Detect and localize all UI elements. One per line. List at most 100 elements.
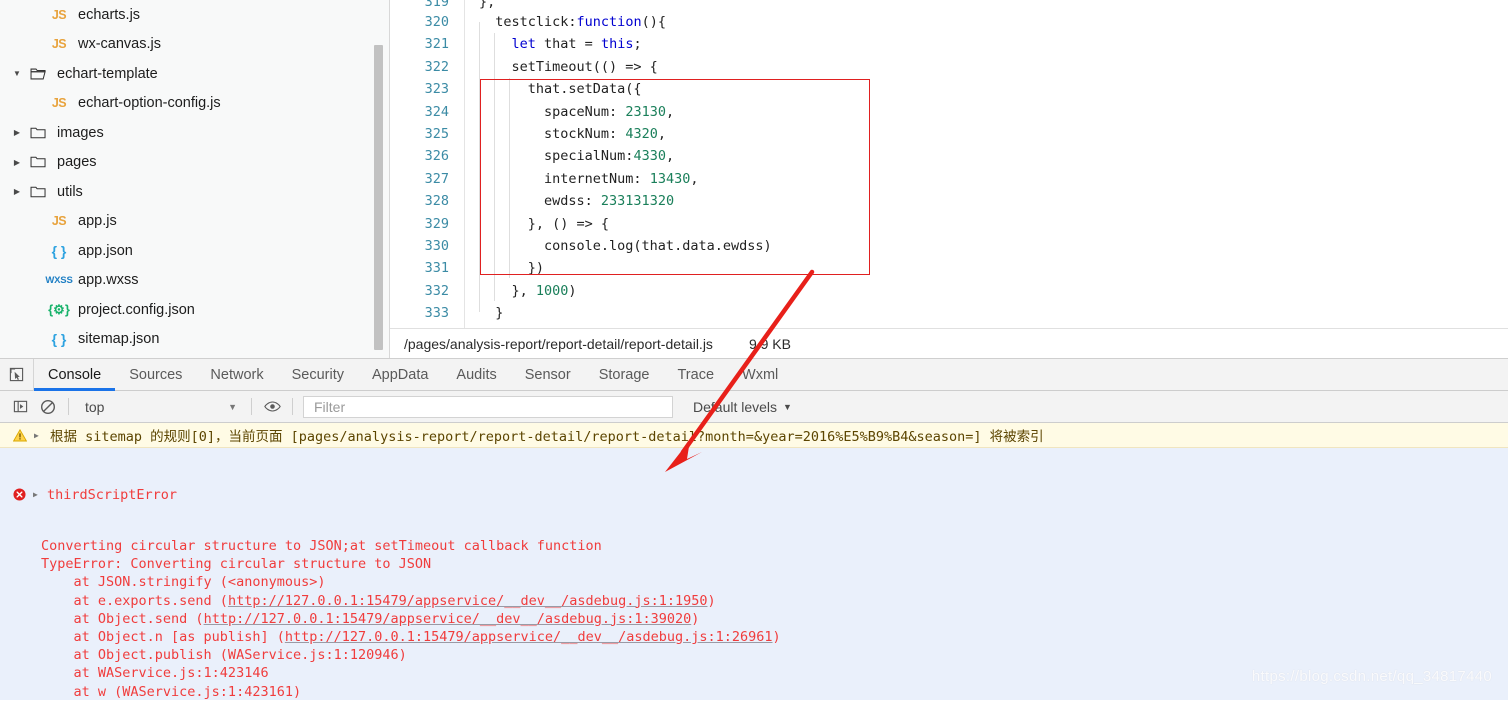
file-tree-scrollbar-track[interactable] [374, 0, 386, 358]
tree-item-app-js[interactable]: JS app.js [0, 207, 389, 237]
indent-guide [494, 33, 495, 301]
console-settings-eye-button[interactable] [258, 393, 286, 421]
tree-item-label: images [57, 124, 104, 141]
log-levels-label: Default levels [693, 398, 778, 415]
tree-item-app-wxss[interactable]: WXSS app.wxss [0, 266, 389, 296]
tab-sources[interactable]: Sources [115, 359, 196, 391]
error-title: thirdScriptError [47, 486, 178, 503]
tree-item-echart-option-config-js[interactable]: JS echart-option-config.js [0, 89, 389, 119]
code-line[interactable]: 331 }) [390, 257, 1508, 279]
console-toolbar: top ▼ Filter Default levels ▼ [0, 391, 1508, 423]
indent-guide [479, 22, 480, 312]
tab-storage[interactable]: Storage [585, 359, 664, 391]
tab-console[interactable]: Console [34, 359, 116, 391]
code-text: }, [479, 0, 496, 10]
tree-item-echarts-js[interactable]: JS echarts.js [0, 0, 389, 30]
code-line[interactable]: 325 stockNum: 4320, [390, 123, 1508, 145]
toolbar-divider [292, 398, 293, 415]
config-file-icon: {⚙} [48, 301, 70, 317]
file-explorer-tree[interactable]: JS echarts.js JS wx-canvas.js echart-templat… [0, 0, 390, 358]
tree-item-label: utils [57, 183, 83, 200]
tab-network[interactable]: Network [196, 359, 277, 391]
execution-context-select[interactable]: top ▼ [75, 396, 245, 418]
line-number: 332 [424, 282, 449, 299]
file-tree-scrollbar-thumb[interactable] [374, 45, 383, 350]
folder-icon [25, 185, 51, 199]
line-number: 329 [424, 215, 449, 232]
toolbar-divider [68, 398, 69, 415]
stack-source-link[interactable]: http://127.0.0.1:15479/appservice/__dev_… [204, 611, 692, 627]
stack-source-link[interactable]: http://127.0.0.1:15479/appservice/__dev_… [228, 593, 708, 609]
toggle-console-sidebar-button[interactable] [6, 393, 34, 421]
folder-open-icon [25, 67, 51, 81]
line-number: 330 [424, 237, 449, 254]
code-line[interactable]: 328 ewdss: 233131320 [390, 190, 1508, 212]
tree-item-project-config-json[interactable]: {⚙} project.config.json [0, 295, 389, 325]
stack-source-link[interactable]: http://127.0.0.1:15479/appservice/__dev_… [285, 629, 773, 645]
console-error-message[interactable]: thirdScriptError Converting circular str… [0, 448, 1508, 700]
tab-sensor[interactable]: Sensor [511, 359, 585, 391]
tree-item-echart-template[interactable]: echart-template [0, 59, 389, 89]
code-line[interactable]: 330 console.log(that.data.ewdss) [390, 235, 1508, 257]
twisty-closed-icon[interactable] [10, 128, 24, 137]
inspect-cursor-icon [9, 367, 24, 382]
line-number: 333 [424, 305, 449, 322]
console-warning-message[interactable]: 根据 sitemap 的规则[0]，当前页面 [pages/analysis-r… [0, 423, 1508, 448]
error-header[interactable]: thirdScriptError [12, 484, 1508, 505]
twisty-closed-icon[interactable] [10, 158, 24, 167]
code-line[interactable]: 323 that.setData({ [390, 78, 1508, 100]
tab-audits[interactable]: Audits [442, 359, 510, 391]
code-line[interactable]: 326 specialNum:4330, [390, 145, 1508, 167]
console-filter-input[interactable]: Filter [303, 395, 673, 418]
tree-item-utils[interactable]: utils [0, 177, 389, 207]
code-line-partial: 319 }, [390, 0, 1508, 11]
expand-triangle-icon[interactable] [34, 431, 46, 440]
tab-label: Trace [677, 366, 715, 383]
code-line[interactable]: 333 } [390, 302, 1508, 324]
code-line[interactable]: 327 internetNum: 13430, [390, 168, 1508, 190]
tree-item-sitemap-json[interactable]: { } sitemap.json [0, 325, 389, 355]
code-area[interactable]: 319 }, 320 testclick:function(){321 let … [390, 0, 1508, 328]
code-text: spaceNum: 23130, [479, 103, 675, 120]
code-text: internetNum: 13430, [479, 170, 699, 187]
clear-console-button[interactable] [34, 393, 62, 421]
code-line[interactable]: 324 spaceNum: 23130, [390, 101, 1508, 123]
error-stack-line: at Object.send (http://127.0.0.1:15479/a… [41, 610, 700, 627]
tree-item-app-json[interactable]: { } app.json [0, 236, 389, 266]
tree-item-label: app.json [78, 242, 133, 259]
tree-item-label: app.js [78, 213, 117, 230]
devtools-tabs: Console Sources Network Security AppData Audi… [34, 359, 792, 391]
line-number: 324 [424, 103, 449, 120]
tree-item-images[interactable]: images [0, 118, 389, 148]
tree-item-pages[interactable]: pages [0, 148, 389, 178]
expand-triangle-icon[interactable] [33, 490, 45, 499]
code-lines: 320 testclick:function(){321 let that = … [390, 11, 1508, 324]
tree-item-label: echarts.js [78, 6, 141, 23]
code-line[interactable]: 329 }, () => { [390, 213, 1508, 235]
tab-security[interactable]: Security [278, 359, 358, 391]
code-line[interactable]: 332 }, 1000) [390, 280, 1508, 302]
error-circle-icon [12, 488, 27, 501]
tab-appdata[interactable]: AppData [358, 359, 442, 391]
error-stack-line: at JSON.stringify (<anonymous>) [41, 574, 326, 591]
log-levels-dropdown[interactable]: Default levels ▼ [693, 399, 792, 415]
code-line[interactable]: 322 setTimeout(() => { [390, 56, 1508, 78]
line-number: 328 [424, 193, 449, 210]
code-line[interactable]: 320 testclick:function(){ [390, 11, 1508, 33]
code-line[interactable]: 321 let that = this; [390, 33, 1508, 55]
tree-item-wx-canvas-js[interactable]: JS wx-canvas.js [0, 30, 389, 60]
console-message-list[interactable]: 根据 sitemap 的规则[0]，当前页面 [pages/analysis-r… [0, 423, 1508, 700]
inspect-element-button[interactable] [0, 358, 34, 391]
devtools-panel: Console Sources Network Security AppData Audi… [0, 358, 1508, 701]
filter-placeholder: Filter [314, 398, 346, 415]
twisty-open-icon[interactable] [10, 69, 24, 78]
editor-status-bar: /pages/analysis-report/report-detail/rep… [390, 328, 1508, 358]
twisty-closed-icon[interactable] [10, 187, 24, 196]
code-text: console.log(that.data.ewdss) [479, 237, 772, 254]
tab-label: Sources [129, 366, 183, 383]
file-tree-list: JS echarts.js JS wx-canvas.js echart-templat… [0, 0, 389, 354]
tab-wxml[interactable]: Wxml [728, 359, 792, 391]
code-editor[interactable]: 319 }, 320 testclick:function(){321 let … [390, 0, 1508, 358]
tab-trace[interactable]: Trace [663, 359, 728, 391]
code-text: }, () => { [479, 215, 610, 232]
